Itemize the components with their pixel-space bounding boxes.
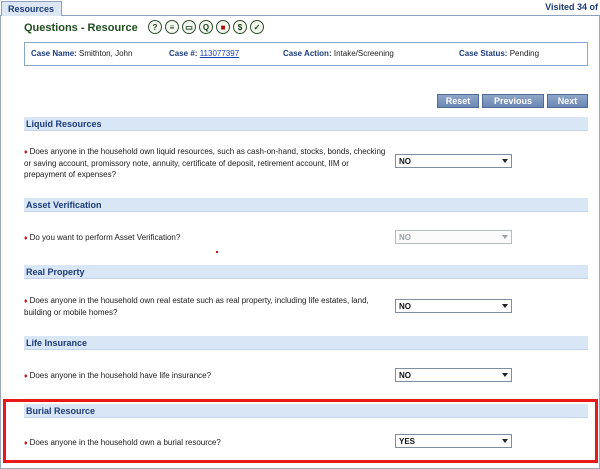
tab-resources[interactable]: Resources [1,1,62,16]
question-life-insurance: ♦ Does anyone in the household have life … [24,370,390,382]
select-liquid-resources[interactable]: NO [395,154,512,168]
select-asset-verification: NO [395,230,512,244]
visited-counter: Visited 34 of [545,2,598,12]
checklist-icon[interactable]: ✓ [250,20,264,34]
document-icon[interactable]: ≡ [165,20,179,34]
page-title: Questions - Resource [24,22,138,34]
case-number: Case #: 113077397 [169,49,239,58]
case-number-link[interactable]: 113077397 [200,49,239,58]
section-life-insurance: Life Insurance [24,336,588,350]
tab-bar: Resources Visited 34 of [0,0,600,16]
stop-icon[interactable]: ■ [216,20,230,34]
help-icon[interactable]: ? [148,20,162,34]
chevron-down-icon [502,304,508,308]
dollar-icon[interactable]: $ [233,20,247,34]
case-action: Case Action: Intake/Screening [283,49,394,58]
case-name: Case Name: Smithton, John [31,49,132,58]
search-icon[interactable]: Q [199,20,213,34]
required-marker: ♦ [24,298,28,305]
case-name-label: Case Name: [31,49,77,58]
required-marker: ♦ [24,235,28,242]
select-value: NO [399,302,411,311]
question-text: Does anyone in the household have life i… [29,371,212,380]
question-asset-verification: ♦ Do you want to perform Asset Verificati… [24,232,390,244]
question-real-property: ♦ Does anyone in the household own real e… [24,295,390,318]
section-liquid-resources: Liquid Resources [24,117,588,131]
question-liquid-resources: ♦ Does anyone in the household own liquid… [24,146,390,180]
highlight-box [3,399,598,463]
reset-button[interactable]: Reset [437,94,479,108]
chevron-down-icon [502,373,508,377]
folder-icon[interactable]: ▭ [182,20,196,34]
question-text: Do you want to perform Asset Verificatio… [29,233,181,242]
stray-mark [216,251,218,253]
chevron-down-icon [502,159,508,163]
question-text: Does anyone in the household own liquid … [24,147,386,179]
case-number-label: Case #: [169,49,198,58]
case-status-label: Case Status: [459,49,508,58]
chevron-down-icon [502,235,508,239]
section-real-property: Real Property [24,265,588,279]
question-text: Does anyone in the household own real es… [24,296,369,317]
case-action-label: Case Action: [283,49,332,58]
case-info-panel: Case Name: Smithton, John Case #: 113077… [24,42,588,66]
previous-button[interactable]: Previous [482,94,544,108]
select-value: NO [399,233,411,242]
required-marker: ♦ [24,373,28,380]
select-life-insurance[interactable]: NO [395,368,512,382]
section-asset-verification: Asset Verification [24,198,588,212]
next-button[interactable]: Next [547,94,588,108]
case-name-value: Smithton, John [79,49,133,58]
select-value: NO [399,371,411,380]
case-status: Case Status: Pending [459,49,539,58]
select-real-property[interactable]: NO [395,299,512,313]
case-action-value: Intake/Screening [333,49,394,58]
case-status-value: Pending [509,49,540,58]
required-marker: ♦ [24,149,28,156]
toolbar-icons: ? ≡ ▭ Q ■ $ ✓ [148,20,264,34]
select-value: NO [399,157,411,166]
